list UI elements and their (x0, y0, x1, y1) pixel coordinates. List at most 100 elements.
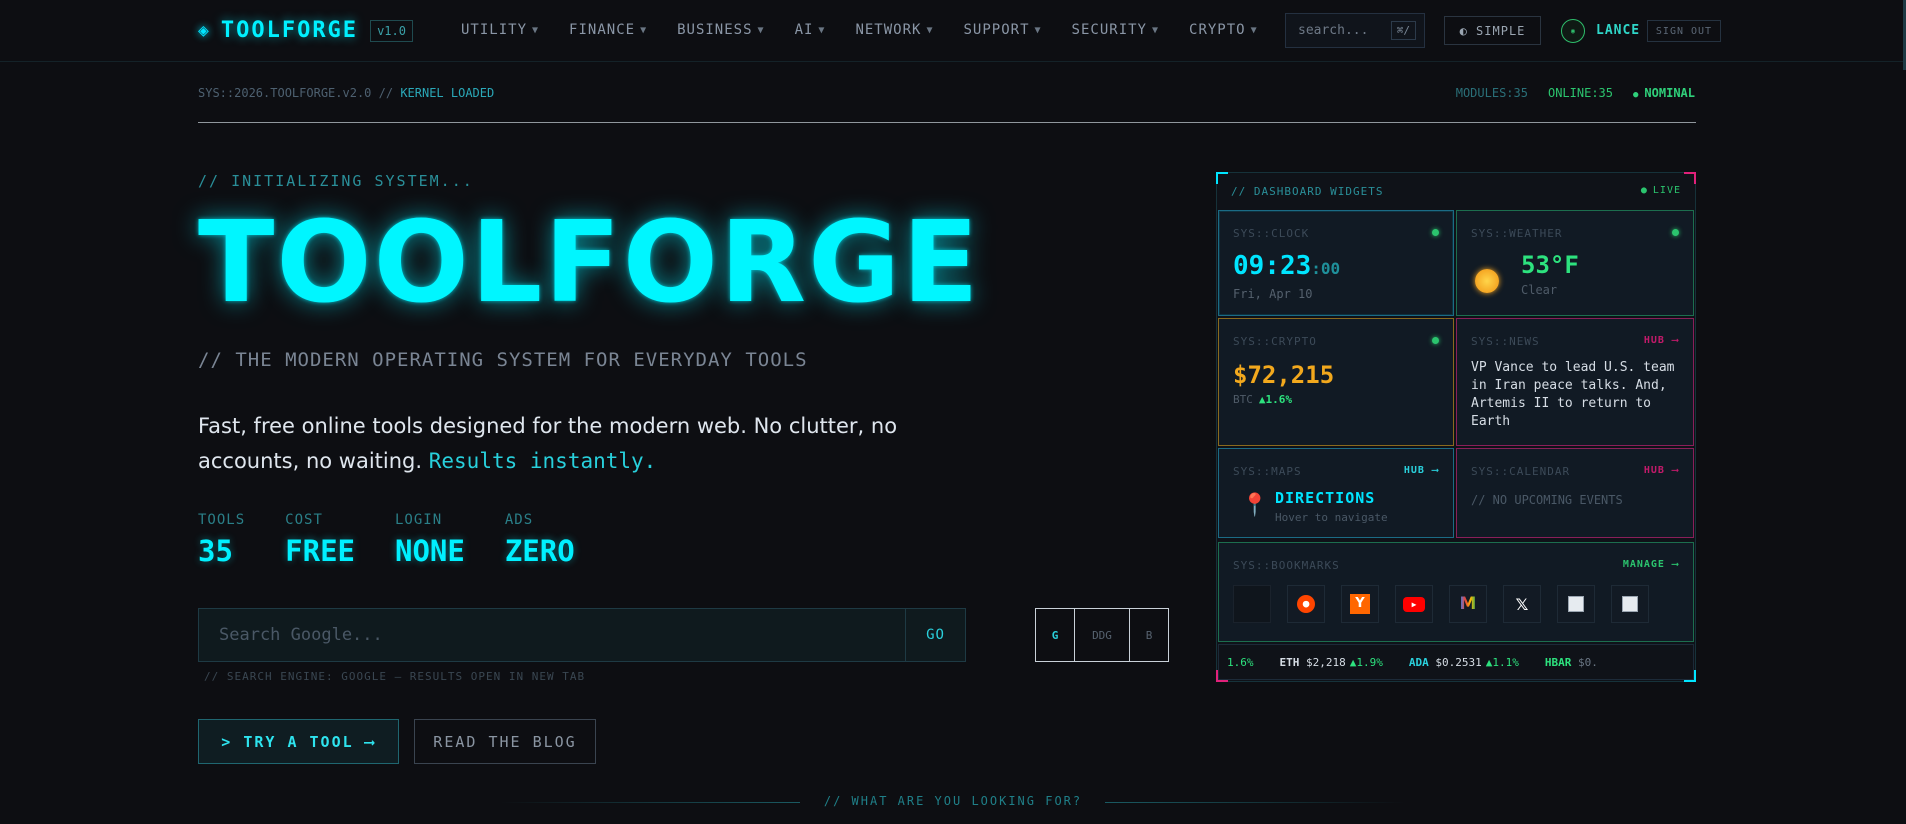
ticker-price: $0. (1577, 655, 1598, 669)
description-highlight: Results instantly. (428, 449, 657, 473)
widget-title: SYS::CLOCK (1233, 227, 1310, 240)
ticker-change: ▲1.9% (1349, 655, 1383, 669)
news-headline[interactable]: VP Vance to lead U.S. team in Iran peace… (1471, 359, 1683, 431)
menu-item-finance[interactable]: FINANCE ▼ (569, 22, 647, 38)
read-blog-button[interactable]: READ THE BLOG (414, 719, 596, 764)
engine-bing[interactable]: B (1130, 609, 1168, 661)
stat-label: LOGIN (395, 512, 443, 528)
try-a-tool-button[interactable]: > TRY A TOOL ⟶ (198, 719, 399, 764)
divider (198, 122, 1696, 123)
user-name[interactable]: LANCE (1596, 23, 1640, 38)
widget-title: SYS::CALENDAR (1471, 465, 1571, 478)
avatar[interactable]: ◉ (1561, 19, 1585, 43)
chevron-down-icon: ▼ (1034, 24, 1042, 36)
menu-item-network[interactable]: NETWORK ▼ (855, 22, 933, 38)
top-nav: ◈ TOOLFORGE v1.0 UTILITY ▼ FINANCE ▼ BUSIN… (0, 0, 1906, 62)
menu-item-crypto[interactable]: CRYPTO ▼ (1189, 22, 1258, 38)
widget-title: SYS::NEWS (1471, 335, 1540, 348)
manage-bookmarks-link[interactable]: MANAGE ⟶ (1623, 559, 1679, 570)
maps-widget[interactable]: SYS::MAPS HUB ⟶ 📍 DIRECTIONS Hover to na… (1218, 448, 1454, 538)
live-badge: LIVE (1641, 185, 1681, 196)
ticker-item: ADA $0.2531 ▲1.1% (1409, 656, 1519, 669)
menu-item-utility[interactable]: UTILITY ▼ (461, 22, 539, 38)
corner-accent (1684, 172, 1696, 184)
calendar-empty: // NO UPCOMING EVENTS (1471, 493, 1623, 507)
x-icon[interactable]: 𝕏 (1503, 585, 1541, 623)
clock-seconds: :00 (1311, 259, 1341, 278)
clock-widget[interactable]: SYS::CLOCK 09:23:00 Fri, Apr 10 (1218, 210, 1454, 316)
stat-label: COST (285, 512, 323, 528)
menu-label: SUPPORT (963, 22, 1030, 38)
stat-ads: ADS ZERO (505, 512, 575, 568)
menu-label: FINANCE (569, 22, 636, 38)
stat-value: 35 (198, 534, 233, 568)
news-hub-link[interactable]: HUB ⟶ (1644, 335, 1679, 346)
menu-item-support[interactable]: SUPPORT ▼ (964, 22, 1042, 38)
crypto-change: ▲1.6% (1258, 393, 1292, 406)
menu-label: AI (794, 22, 814, 38)
chevron-down-icon: ▼ (1250, 24, 1258, 36)
ticker-item: ETH $2,218 ▲1.9% (1280, 656, 1383, 669)
calendar-hub-link[interactable]: HUB ⟶ (1644, 465, 1679, 476)
version-badge: v1.0 (370, 19, 413, 42)
brand[interactable]: ◈ TOOLFORGE v1.0 (198, 18, 413, 43)
news-widget[interactable]: SYS::NEWS HUB ⟶ VP Vance to lead U.S. te… (1456, 318, 1694, 446)
bookmark-blank[interactable] (1233, 585, 1271, 623)
broken-image-icon[interactable] (1557, 585, 1595, 623)
menu-label: BUSINESS (677, 22, 753, 38)
stat-login: LOGIN NONE (395, 512, 465, 568)
clock-hours-minutes: 09:23 (1233, 251, 1312, 281)
ticker-change: ▲1.1% (1485, 655, 1519, 669)
crypto-symbol: BTC (1233, 393, 1253, 406)
hacker-news-icon[interactable]: Y (1341, 585, 1379, 623)
search-placeholder: search... (1298, 23, 1369, 38)
brand-name[interactable]: TOOLFORGE (221, 18, 358, 43)
stat-value: ZERO (504, 534, 575, 568)
ticker-price: $0.2531 (1435, 655, 1482, 669)
nav-search-input[interactable]: search... ⌘/ (1285, 13, 1425, 48)
map-pin-icon: 📍 (1241, 493, 1269, 518)
hero-title: TOOLFORGE (198, 198, 981, 328)
shortcut-hint: ⌘/ (1390, 21, 1416, 40)
engine-duckduckgo[interactable]: DDG (1075, 609, 1130, 661)
weather-widget[interactable]: SYS::WEATHER 53°F Clear (1456, 210, 1694, 316)
bookmarks-widget: SYS::BOOKMARKS MANAGE ⟶ ● Y ▶ M 𝕏 (1218, 542, 1694, 642)
stat-value: NONE (395, 534, 465, 568)
system-status: SYS::2026.TOOLFORGE.v2.0 // KERNEL LOADE… (198, 86, 494, 100)
main-menu: UTILITY ▼ FINANCE ▼ BUSINESS ▼ AI ▼ NETWORK ▼… (461, 22, 1288, 38)
menu-item-business[interactable]: BUSINESS ▼ (677, 22, 764, 38)
engine-google[interactable]: G (1036, 609, 1075, 661)
ticker-item: HBAR $0. (1545, 656, 1602, 669)
corner-accent (1684, 670, 1696, 682)
stat-label: TOOLS (198, 512, 246, 528)
stats-row: TOOLS 35 COST FREE LOGIN NONE ADS ZERO (198, 512, 615, 568)
maps-hub-link[interactable]: HUB ⟶ (1404, 465, 1439, 476)
corner-accent (1216, 670, 1228, 682)
sign-out-button[interactable]: SIGN OUT (1647, 20, 1721, 42)
crypto-ticker: 1.6% ETH $2,218 ▲1.9% ADA $0.2531 ▲1.1% HB… (1218, 644, 1694, 680)
sun-icon (1475, 269, 1499, 293)
hero-tagline: // THE MODERN OPERATING SYSTEM FOR EVERY… (198, 349, 808, 371)
ticker-name: HBAR (1544, 655, 1572, 669)
directions-label[interactable]: DIRECTIONS (1275, 489, 1375, 507)
reddit-icon[interactable]: ● (1287, 585, 1325, 623)
clock-time: 09:23:00 (1233, 251, 1340, 281)
crypto-widget[interactable]: SYS::CRYPTO $72,215 BTC ▲1.6% (1218, 318, 1454, 446)
youtube-icon[interactable]: ▶ (1395, 585, 1433, 623)
menu-item-security[interactable]: SECURITY ▼ (1072, 22, 1159, 38)
bookmark-list: ● Y ▶ M 𝕏 (1233, 585, 1665, 623)
simple-mode-button[interactable]: ◐ SIMPLE (1444, 16, 1541, 45)
menu-label: SECURITY (1071, 22, 1147, 38)
status-metrics: MODULES:35 ONLINE:35 NOMINAL (1436, 86, 1695, 100)
health-status: NOMINAL (1633, 86, 1695, 100)
gmail-icon[interactable]: M (1449, 585, 1487, 623)
web-search-input[interactable]: Search Google... (199, 609, 905, 661)
broken-image-icon[interactable] (1611, 585, 1649, 623)
directions-hint: Hover to navigate (1275, 511, 1388, 524)
calendar-widget[interactable]: SYS::CALENDAR HUB ⟶ // NO UPCOMING EVENT… (1456, 448, 1694, 538)
init-label: // INITIALIZING SYSTEM... (198, 172, 474, 190)
ticker-change: 1.6% (1227, 655, 1254, 669)
go-button[interactable]: GO (905, 609, 965, 661)
menu-item-ai[interactable]: AI ▼ (795, 22, 826, 38)
ticker-name: ETH (1279, 655, 1300, 669)
